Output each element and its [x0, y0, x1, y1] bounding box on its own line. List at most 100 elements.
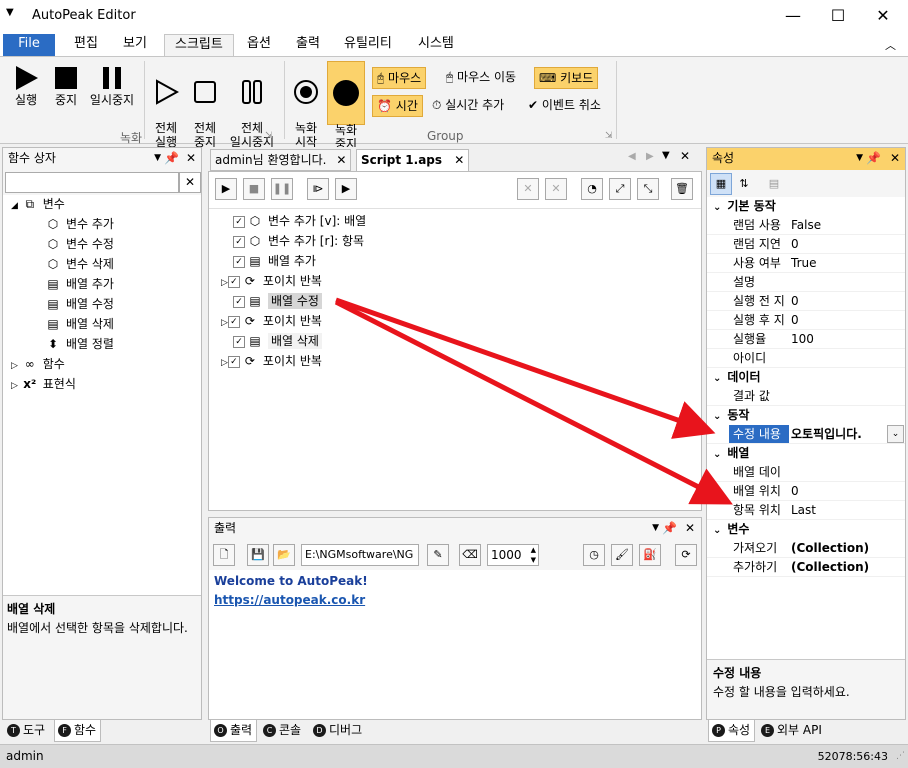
record-stop-button[interactable]: 녹화 중지 — [327, 61, 365, 151]
stop-button[interactable]: 중지 — [48, 65, 84, 107]
save-icon[interactable]: 💾 — [247, 544, 269, 566]
edit-content-value[interactable]: 오토픽입니다. — [791, 425, 862, 443]
tree-node-variable[interactable]: ◢ ⧉ 변수 — [11, 195, 65, 215]
homepage-link[interactable]: https://autopeak.co.kr — [214, 591, 696, 610]
delete-disabled-icon[interactable]: ✕ — [517, 178, 539, 200]
property-row[interactable]: 배열 위치 0 — [707, 482, 905, 501]
property-row[interactable]: 배열 데이 — [707, 463, 905, 482]
property-value[interactable]: 100 — [791, 330, 814, 348]
close-icon[interactable]: ✕ — [454, 153, 464, 167]
log-path-input[interactable]: E:\NGMsoftware\NG — [301, 544, 419, 566]
tree-item-delete-variable[interactable]: ⬡ 변수 삭제 — [45, 255, 114, 275]
property-row[interactable]: 결과 값 — [707, 387, 905, 406]
tree-node-expression[interactable]: ▷ x² 표현식 — [11, 375, 76, 395]
category-data[interactable]: ⌄ 데이터 — [707, 368, 905, 387]
tree-item-edit-variable[interactable]: ⬡ 변수 수정 — [45, 235, 114, 255]
property-pages-icon[interactable]: ▤ — [763, 173, 785, 195]
property-value[interactable]: 0 — [791, 235, 799, 253]
checkbox[interactable]: ✓ — [227, 355, 240, 368]
script-line[interactable]: ✓ ▤ 배열 추가 — [233, 252, 316, 272]
fill-icon[interactable]: ⛽ — [639, 544, 661, 566]
property-row[interactable]: 가져오기 (Collection) — [707, 539, 905, 558]
tab-output-log[interactable]: O 출력 — [210, 720, 258, 742]
clear-search-button[interactable]: ✕ — [179, 172, 201, 193]
dropdown-icon[interactable]: ▼ — [856, 148, 863, 169]
clock-icon[interactable]: ◷ — [583, 544, 605, 566]
delete-disabled-icon[interactable]: ✕ — [545, 178, 567, 200]
checkbox[interactable]: ✓ — [233, 235, 245, 248]
pin-icon[interactable]: 📌 — [866, 148, 881, 169]
refresh-icon[interactable]: ⟳ — [675, 544, 697, 566]
property-value[interactable]: 0 — [791, 311, 799, 329]
property-row[interactable]: 랜덤 지연 0 — [707, 235, 905, 254]
mouse-move-toggle[interactable]: 🖱 마우스 이동 — [442, 67, 520, 89]
tree-item-add-variable[interactable]: ⬡ 변수 추가 — [45, 215, 114, 235]
clock-icon[interactable]: ◔ — [581, 178, 603, 200]
script-line[interactable]: ✓ ▤ 배열 삭제 — [233, 332, 322, 352]
dropdown-icon[interactable]: ▼ — [154, 148, 161, 169]
category-basic[interactable]: ⌄ 기본 동작 — [707, 197, 905, 216]
pin-icon[interactable]: 📌 — [164, 148, 179, 169]
property-value[interactable]: 0 — [791, 482, 799, 500]
maximize-button[interactable]: ☐ — [815, 0, 861, 32]
category-variable[interactable]: ⌄ 변수 — [707, 520, 905, 539]
file-tab[interactable]: File — [3, 34, 55, 56]
property-row[interactable]: 사용 여부 True — [707, 254, 905, 273]
pause-button[interactable]: 일시중지 — [86, 65, 138, 107]
property-row[interactable]: 항목 위치 Last — [707, 501, 905, 520]
clean-icon[interactable]: ✎ — [427, 544, 449, 566]
property-row[interactable]: 설명 — [707, 273, 905, 292]
expand-arrow-icon[interactable]: ▷ — [221, 318, 228, 328]
collapse-icon[interactable]: ⤡ — [637, 178, 659, 200]
add-file-icon[interactable]: 🗋 — [213, 544, 235, 566]
script-line[interactable]: ✓ ⬡ 변수 추가 [v]: 배열 — [233, 212, 366, 232]
dropdown-icon[interactable]: ▼ — [652, 518, 659, 539]
collapse-ribbon-icon[interactable]: ︿ — [885, 37, 896, 53]
tab-console[interactable]: C 콘솔 — [260, 720, 305, 742]
resize-grip-icon[interactable]: ⋰ — [896, 751, 905, 761]
scroll-right-icon[interactable]: ▶ — [646, 151, 654, 162]
dialog-launcher-icon[interactable]: ⇲ — [605, 131, 613, 141]
tab-properties[interactable]: P 속성 — [708, 720, 756, 742]
property-row[interactable]: 실행율 100 — [707, 330, 905, 349]
close-icon[interactable]: ✕ — [680, 149, 690, 163]
tab-utility[interactable]: 유틸리티 — [334, 34, 402, 56]
tab-script[interactable]: 스크립트 — [164, 34, 234, 56]
minimize-button[interactable]: — — [770, 0, 816, 32]
close-button[interactable]: ✕ — [860, 0, 906, 32]
script-line[interactable]: ▷ ✓ ⟳ 포이치 반복 — [221, 272, 322, 292]
quick-access-icon[interactable]: ▼ — [6, 7, 14, 18]
dropdown-button[interactable]: ⌄ — [887, 425, 904, 443]
tree-node-function[interactable]: ▷ ∞ 함수 — [11, 355, 65, 375]
property-row-selected[interactable]: 수정 내용 오토픽입니다. ⌄ — [707, 425, 905, 444]
property-value[interactable]: True — [791, 254, 817, 272]
dialog-launcher-icon[interactable]: ⇲ — [265, 131, 273, 141]
close-icon[interactable]: ✕ — [336, 153, 346, 167]
property-row[interactable]: 랜덤 사용 False — [707, 216, 905, 235]
close-icon[interactable]: ✕ — [186, 148, 196, 169]
time-toggle[interactable]: ⏰ 시간 — [372, 95, 423, 117]
tab-view[interactable]: 보기 — [113, 34, 157, 56]
realtime-add-toggle[interactable]: ⏱ 실시간 추가 — [428, 95, 508, 117]
tab-welcome[interactable]: admin님 환영합니다. ✕ — [210, 149, 352, 171]
property-row[interactable]: 아이디 — [707, 349, 905, 368]
checkbox[interactable]: ✓ — [233, 215, 245, 228]
tree-item-delete-array[interactable]: ▤ 배열 삭제 — [45, 315, 114, 335]
close-icon[interactable]: ✕ — [685, 518, 695, 539]
script-line[interactable]: ▷ ✓ ⟳ 포이치 반복 — [221, 352, 322, 372]
tab-debug[interactable]: D 디버그 — [310, 720, 366, 742]
brush-icon[interactable]: 🖌 — [611, 544, 633, 566]
eraser-icon[interactable]: ⌫ — [459, 544, 481, 566]
property-value[interactable]: (Collection) — [791, 558, 869, 576]
tab-system[interactable]: 시스템 — [408, 34, 464, 56]
tab-edit[interactable]: 편집 — [64, 34, 108, 56]
keyboard-toggle[interactable]: ⌨ 키보드 — [534, 67, 599, 89]
script-line-selected[interactable]: ✓ ▤ 배열 수정 — [233, 292, 322, 312]
step-over-icon[interactable]: ▶ — [335, 178, 357, 200]
tree-item-sort-array[interactable]: ⬍ 배열 정렬 — [45, 335, 114, 355]
property-value[interactable]: Last — [791, 501, 816, 519]
category-array[interactable]: ⌄ 배열 — [707, 444, 905, 463]
expand-arrow-icon[interactable]: ▷ — [221, 358, 228, 368]
property-row[interactable]: 추가하기 (Collection) — [707, 558, 905, 577]
stop-icon[interactable]: ■ — [243, 178, 265, 200]
